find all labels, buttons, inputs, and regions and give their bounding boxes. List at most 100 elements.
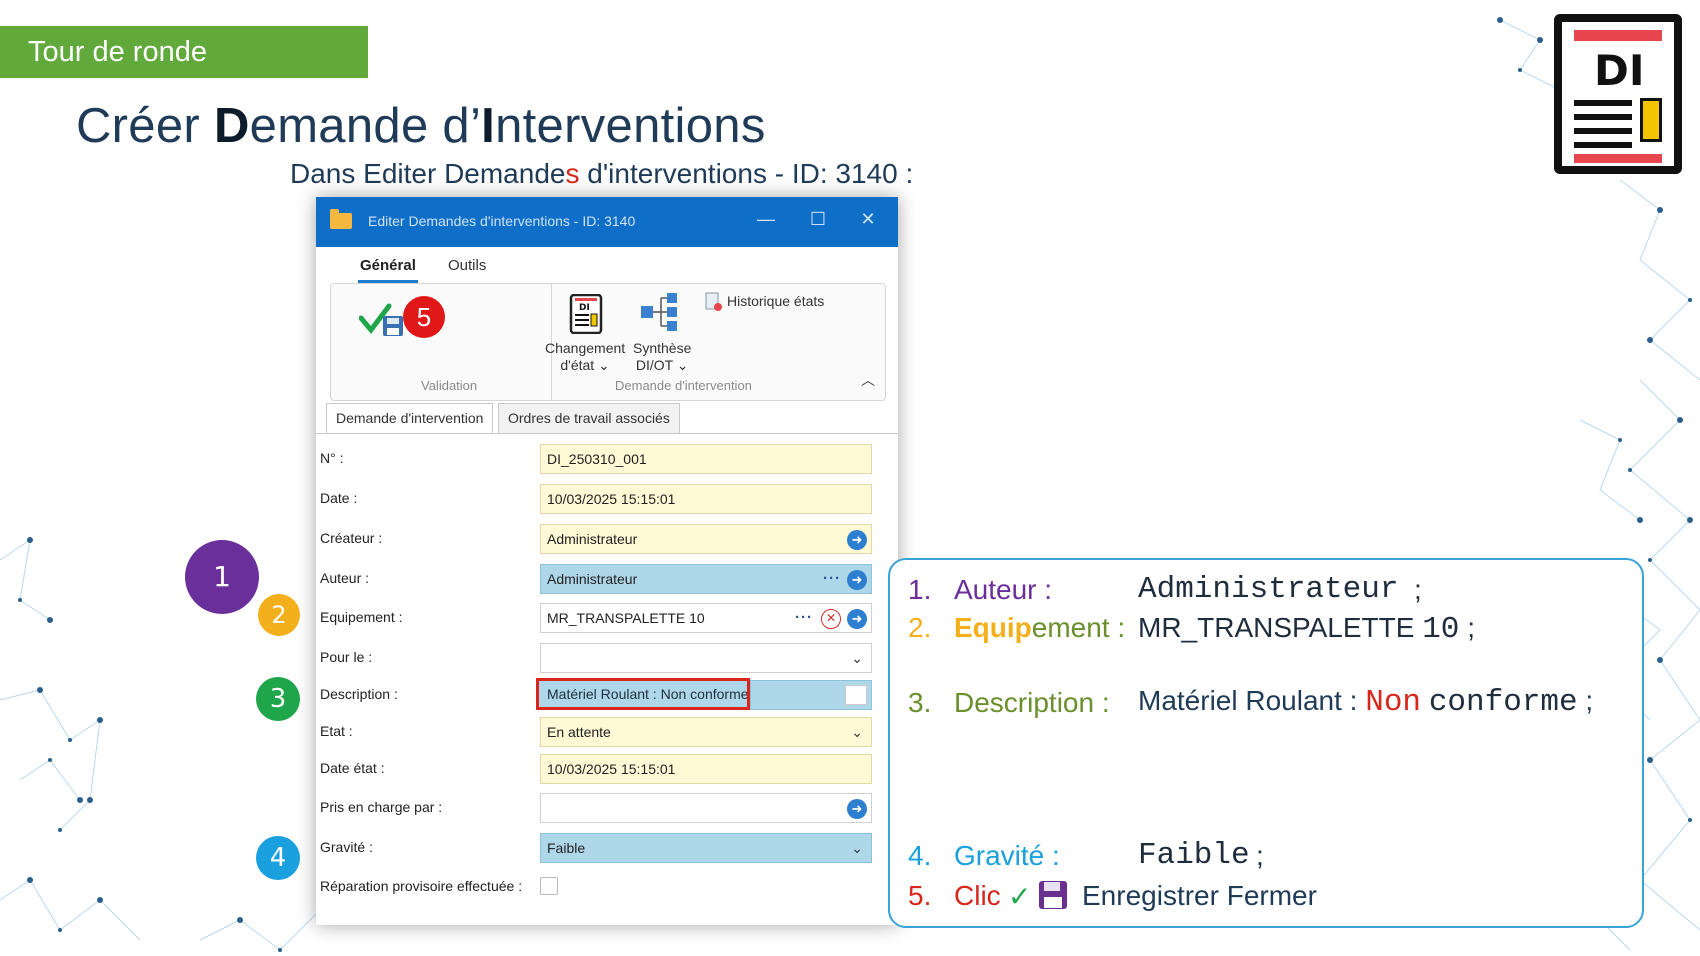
pour-le-label: Pour le : xyxy=(320,649,373,665)
pris-en-charge-label: Pris en charge par : xyxy=(320,799,443,815)
summary-value-equipement: MR_TRANSPALETTE 10 ; xyxy=(1138,612,1475,647)
arrow-right-icon[interactable]: ➜ xyxy=(847,799,867,819)
save-check-icon[interactable] xyxy=(359,298,405,338)
summary-label-gravite: Gravité : xyxy=(954,840,1060,871)
row-gravite: Gravité : Faible ⌄ xyxy=(316,833,898,863)
tab-outils[interactable]: Outils xyxy=(448,257,486,274)
summary-label-equipement: Equipement : xyxy=(954,612,1126,643)
description-label: Description : xyxy=(320,686,398,702)
edit-di-window: Editer Demandes d'interventions - ID: 31… xyxy=(316,197,898,925)
synthese-button[interactable]: Synthèse DI/OT ⌄ xyxy=(633,340,691,374)
svg-text:DI: DI xyxy=(579,303,590,313)
createur-label: Créateur : xyxy=(320,530,383,546)
etat-label: Etat : xyxy=(320,723,353,739)
changement-etat-button[interactable]: Changement d'état ⌄ xyxy=(545,340,625,374)
collapse-ribbon-icon[interactable]: ︿ xyxy=(861,370,875,390)
summary-end-4: ; xyxy=(1256,840,1264,871)
date-field[interactable]: 10/03/2025 15:15:01 xyxy=(540,484,872,514)
summary-num-4: 4. xyxy=(908,840,932,871)
row-pris-en-charge: Pris en charge par : ➜ xyxy=(316,793,898,823)
window-title: Editer Demandes d'interventions - ID: 31… xyxy=(368,213,636,229)
row-numero: N° : DI_250310_001 xyxy=(316,444,898,474)
chevron-down-icon[interactable]: ⌄ xyxy=(851,718,863,746)
historique-icon xyxy=(705,292,722,311)
description-button[interactable] xyxy=(845,685,867,705)
auteur-field[interactable]: Administrateur ··· ➜ xyxy=(540,564,872,594)
arrow-right-icon[interactable]: ➜ xyxy=(847,570,867,590)
row-reparation: Réparation provisoire effectuée : xyxy=(316,872,898,902)
reparation-checkbox[interactable] xyxy=(540,877,558,895)
date-etat-label: Date état : xyxy=(320,760,385,776)
maximize-icon[interactable]: ☐ xyxy=(806,209,830,230)
clear-x-icon[interactable]: ✕ xyxy=(821,609,841,629)
tab-general[interactable]: Général xyxy=(358,257,418,283)
ribbon-panel: 5 Validation DI Changement d'état ⌄ Synth… xyxy=(330,283,886,401)
row-createur: Créateur : Administrateur ➜ xyxy=(316,524,898,554)
gravite-label: Gravité : xyxy=(320,839,373,855)
summary-value-description: Matériel Roulant : Non conforme ; xyxy=(1138,685,1594,720)
date-label: Date : xyxy=(320,490,358,506)
summary-num-3: 3. xyxy=(908,687,932,718)
step-1-circle: 1 xyxy=(185,540,259,614)
section-banner: Tour de ronde xyxy=(0,26,368,78)
more-dots-icon[interactable]: ··· xyxy=(823,565,841,593)
chevron-down-icon[interactable]: ⌄ xyxy=(851,834,863,862)
row-auteur: Auteur : Administrateur ··· ➜ xyxy=(316,564,898,594)
auteur-label: Auteur : xyxy=(320,570,370,586)
summary-label-description: Description : xyxy=(954,687,1110,718)
minimize-icon[interactable]: — xyxy=(754,209,778,230)
chevron-down-icon[interactable]: ⌄ xyxy=(851,644,863,672)
gravite-select[interactable]: Faible ⌄ xyxy=(540,833,872,863)
page-subtitle: Dans Editer Demandes d'interventions - I… xyxy=(290,158,914,189)
ribbon-tabs: Général Outils xyxy=(316,247,898,283)
row-description: Description : Matériel Roulant : Non con… xyxy=(316,678,898,710)
row-etat: Etat : En attente ⌄ xyxy=(316,717,898,747)
arrow-right-icon[interactable]: ➜ xyxy=(847,609,867,629)
changement-etat-icon[interactable]: DI xyxy=(569,294,603,334)
equipement-label: Equipement : xyxy=(320,609,403,625)
summary-value-auteur: Administrateur xyxy=(1138,572,1399,607)
step-2-circle: 2 xyxy=(258,594,300,636)
di-logo: DI xyxy=(1554,14,1682,174)
date-etat-field[interactable]: 10/03/2025 15:15:01 xyxy=(540,754,872,784)
check-icon: ✓ xyxy=(1008,881,1032,912)
page-title: Créer Demande d’Interventions xyxy=(76,99,766,153)
step-5-badge: 5 xyxy=(403,296,445,338)
summary-num-5: 5. xyxy=(908,880,932,911)
description-field[interactable]: Matériel Roulant : Non conforme xyxy=(536,678,750,710)
summary-panel: 1. Auteur : Administrateur ; 2. Equipeme… xyxy=(888,558,1644,928)
step-3-circle: 3 xyxy=(256,677,300,721)
close-icon[interactable]: ✕ xyxy=(856,209,880,230)
row-date-etat: Date état : 10/03/2025 15:15:01 xyxy=(316,754,898,784)
summary-end-1: ; xyxy=(1414,574,1422,605)
more-dots-icon[interactable]: ··· xyxy=(795,604,813,632)
floppy-save-icon xyxy=(1039,881,1067,909)
createur-field[interactable]: Administrateur ➜ xyxy=(540,524,872,554)
pour-le-field[interactable]: ⌄ xyxy=(540,643,872,673)
summary-num-1: 1. xyxy=(908,574,932,605)
row-date: Date : 10/03/2025 15:15:01 xyxy=(316,484,898,514)
reparation-label: Réparation provisoire effectuée : xyxy=(320,878,523,894)
summary-label-auteur: Auteur : xyxy=(954,574,1053,605)
synthese-icon[interactable] xyxy=(639,292,683,332)
tab-demande-intervention[interactable]: Demande d'intervention xyxy=(326,403,494,433)
summary-value-enregistrer: Enregistrer Fermer xyxy=(1082,880,1317,911)
numero-field[interactable]: DI_250310_001 xyxy=(540,444,872,474)
arrow-right-icon[interactable]: ➜ xyxy=(847,530,867,550)
historique-button[interactable]: Historique états xyxy=(727,293,824,310)
group-validation-label: Validation xyxy=(421,378,478,393)
numero-label: N° : xyxy=(320,450,344,466)
folder-icon xyxy=(330,209,352,229)
step-4-circle: 4 xyxy=(256,836,300,880)
etat-select[interactable]: En attente ⌄ xyxy=(540,717,872,747)
group-demande-label: Demande d'intervention xyxy=(615,378,752,393)
summary-label-clic: Clic xyxy=(954,880,1001,911)
equipement-field[interactable]: MR_TRANSPALETTE 10 ··· ✕ ➜ xyxy=(540,603,872,633)
tab-ordres-travail[interactable]: Ordres de travail associés xyxy=(498,403,680,433)
row-pour-le: Pour le : ⌄ xyxy=(316,643,898,673)
slide: Tour de ronde Créer Demande d’Interventi… xyxy=(0,0,1700,956)
row-equipement: Equipement : MR_TRANSPALETTE 10 ··· ✕ ➜ xyxy=(316,603,898,633)
summary-num-2: 2. xyxy=(908,612,932,643)
window-titlebar: Editer Demandes d'interventions - ID: 31… xyxy=(316,197,898,247)
pris-en-charge-field[interactable]: ➜ xyxy=(540,793,872,823)
